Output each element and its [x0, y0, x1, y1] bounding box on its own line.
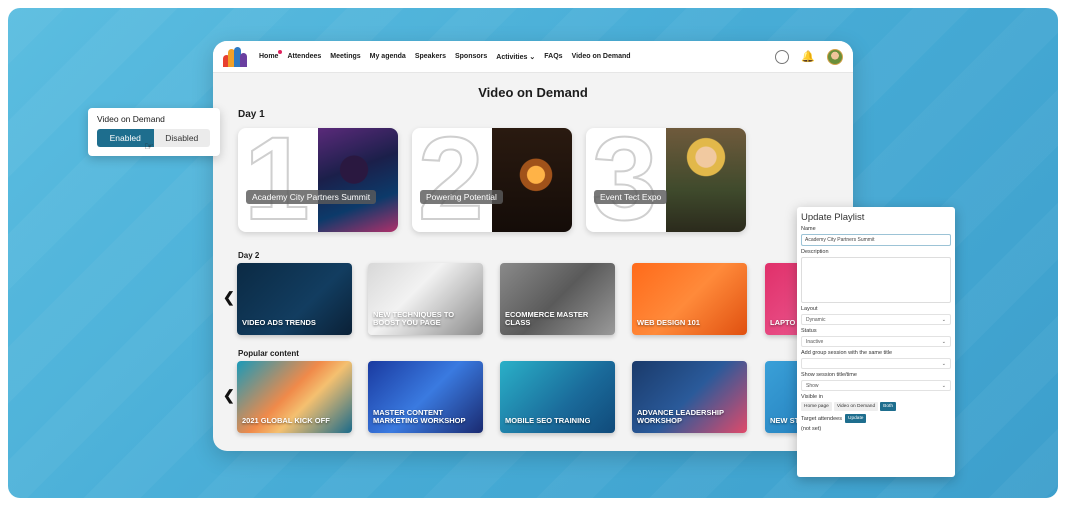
popular-heading: Popular content	[238, 349, 299, 358]
nav-my-agenda[interactable]: My agenda	[370, 53, 406, 60]
bell-icon[interactable]: 🔔	[801, 50, 815, 64]
nav-speakers[interactable]: Speakers	[415, 53, 446, 60]
target-attendees-label: Target attendees	[801, 415, 842, 422]
tile-title: WEB DESIGN 101	[637, 318, 700, 328]
visible-in-options: Home page Video on Demand Both	[801, 402, 951, 411]
page-title: Video on Demand	[478, 85, 588, 100]
layout-label: Layout	[801, 306, 818, 312]
show-session-label: Show session title/time	[801, 372, 857, 378]
nav-home[interactable]: Home	[259, 50, 283, 60]
card-number: 2	[417, 128, 485, 232]
tile-title: 2021 GLOBAL KICK OFF	[242, 416, 330, 426]
disabled-button[interactable]: Disabled	[153, 129, 210, 147]
top-navigation: Home Attendees Meetings My agenda Speake…	[213, 41, 853, 73]
card-image	[318, 128, 398, 232]
chevron-down-icon: ⌄	[529, 53, 536, 61]
nav-sponsors[interactable]: Sponsors	[455, 53, 487, 60]
status-label: Status	[801, 328, 817, 334]
app-window: Home Attendees Meetings My agenda Speake…	[213, 41, 853, 451]
card-image	[492, 128, 572, 232]
visible-home-page-option[interactable]: Home page	[801, 402, 832, 411]
nav-video-on-demand[interactable]: Video on Demand	[572, 53, 631, 60]
video-tile[interactable]: VIDEO ADS TRENDS	[237, 263, 352, 335]
card-number: 3	[591, 128, 659, 232]
chevron-down-icon: ⌄	[941, 316, 946, 323]
visible-both-option[interactable]: Both	[880, 402, 897, 411]
vod-toggle-card: Video on Demand Enabled Disabled ☞	[88, 108, 220, 156]
video-tile[interactable]: 2021 GLOBAL KICK OFF	[237, 361, 352, 433]
layout-select[interactable]: Dynamic ⌄	[801, 314, 951, 325]
popular-row: ❮ 2021 GLOBAL KICK OFF MASTER CONTENT MA…	[213, 361, 853, 433]
day1-card-2[interactable]: 2 Powering Potential	[412, 128, 572, 232]
video-tile[interactable]: WEB DESIGN 101	[632, 263, 747, 335]
status-value: Inactive	[806, 338, 824, 345]
video-tile[interactable]: MOBILE SEO TRAINING	[500, 361, 615, 433]
nav-faqs[interactable]: FAQs	[544, 53, 562, 60]
nav-activities[interactable]: Activities ⌄	[496, 53, 535, 61]
card-title: Powering Potential	[420, 190, 503, 204]
video-tile[interactable]: ADVANCE LEADERSHIP WORKSHOP	[632, 361, 747, 433]
day1-card-3[interactable]: 3 Event Tect Expo	[586, 128, 746, 232]
nav-attendees[interactable]: Attendees	[287, 53, 321, 60]
chevron-down-icon: ⌄	[941, 360, 946, 367]
panel-title: Update Playlist	[801, 212, 865, 223]
tile-title: MASTER CONTENT MARKETING WORKSHOP	[373, 407, 466, 426]
card-title: Academy City Partners Summit	[246, 190, 377, 204]
visible-in-label: Visible in	[801, 394, 823, 400]
nav-meetings[interactable]: Meetings	[330, 53, 360, 60]
description-textarea[interactable]	[801, 257, 951, 303]
group-session-label: Add group session with the same title	[801, 350, 893, 356]
day1-card-1[interactable]: 1 Academy City Partners Summit	[238, 128, 398, 232]
vod-toggle-title: Video on Demand	[97, 114, 165, 124]
day2-heading: Day 2	[238, 251, 260, 260]
day2-row: ❮ VIDEO ADS TRENDS NEW TECHNIQUES TO BOO…	[213, 263, 853, 335]
tile-title: VIDEO ADS TRENDS	[242, 318, 316, 328]
card-title: Event Tect Expo	[594, 190, 668, 204]
description-label: Description	[801, 249, 829, 255]
card-image	[666, 128, 746, 232]
chevron-left-icon[interactable]: ❮	[223, 289, 235, 306]
day1-heading: Day 1	[238, 109, 265, 120]
visible-vod-option[interactable]: Video on Demand	[833, 402, 879, 411]
notification-dot	[278, 50, 283, 54]
globe-icon[interactable]	[775, 49, 789, 64]
name-label: Name	[801, 226, 816, 232]
card-number: 1	[243, 128, 311, 232]
status-select[interactable]: Inactive ⌄	[801, 336, 951, 347]
hand-cursor-icon: ☞	[144, 141, 154, 153]
video-tile[interactable]: NEW TECHNIQUES TO BOOST YOU PAGE	[368, 263, 483, 335]
video-tile[interactable]: ECOMMERCE MASTER CLASS	[500, 263, 615, 335]
layout-value: Dynamic	[806, 316, 826, 323]
chevron-left-icon[interactable]: ❮	[223, 387, 235, 404]
update-playlist-panel: Update Playlist Name Academy City Partne…	[797, 207, 955, 477]
chevron-down-icon: ⌄	[941, 338, 946, 345]
user-avatar[interactable]	[827, 48, 843, 65]
tile-title: NEW TECHNIQUES TO BOOST YOU PAGE	[373, 309, 455, 328]
video-tile[interactable]: MASTER CONTENT MARKETING WORKSHOP	[368, 361, 483, 433]
not-set-text: (not set)	[801, 426, 822, 432]
show-session-value: Show	[806, 382, 819, 389]
name-input[interactable]: Academy City Partners Summit	[801, 234, 951, 246]
chevron-down-icon: ⌄	[941, 382, 946, 389]
brand-logo[interactable]	[223, 46, 247, 67]
group-session-select[interactable]: ⌄	[801, 358, 951, 369]
update-button[interactable]: Update	[844, 414, 867, 423]
show-session-select[interactable]: Show ⌄	[801, 380, 951, 391]
tile-title: ECOMMERCE MASTER CLASS	[505, 309, 589, 328]
tile-title: MOBILE SEO TRAINING	[505, 416, 591, 426]
tile-title: ADVANCE LEADERSHIP WORKSHOP	[637, 407, 724, 426]
